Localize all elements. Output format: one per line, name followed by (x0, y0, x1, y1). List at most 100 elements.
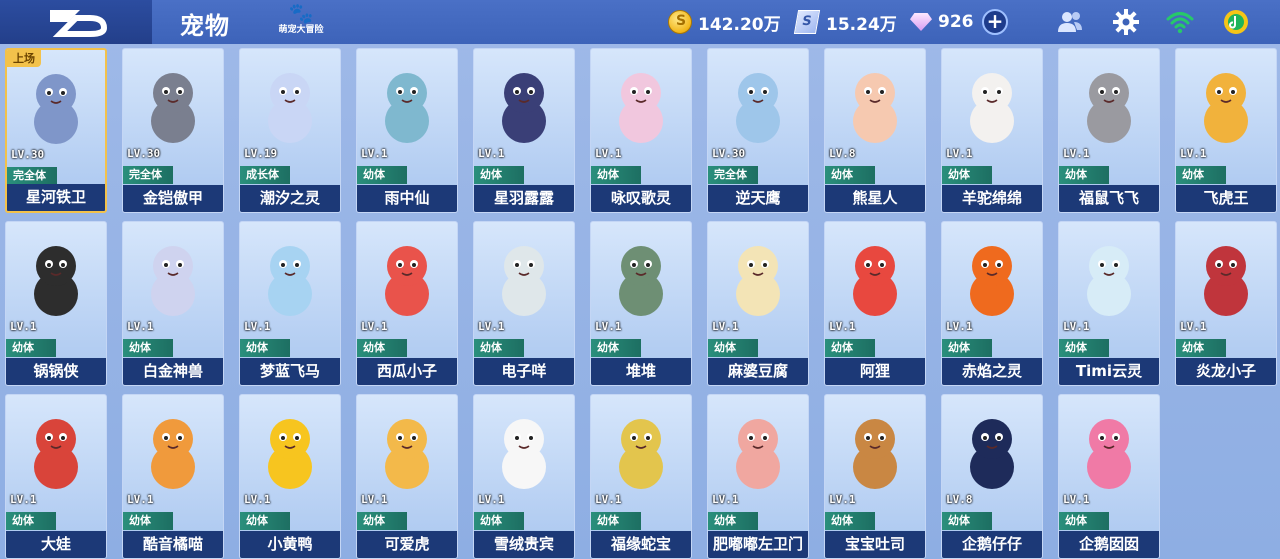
pet-figure-icon (1087, 419, 1131, 489)
pet-growth-stage: 幼体 (1059, 512, 1109, 530)
pet-level: LV.1 (1063, 147, 1090, 160)
wifi-icon (1166, 12, 1194, 34)
pet-level: LV.1 (1063, 320, 1090, 333)
gem-amount: 926 (938, 12, 974, 32)
friends-icon[interactable] (1056, 8, 1084, 36)
pet-card[interactable]: LV.1 幼体 白金神兽 (122, 221, 224, 386)
pet-figure-icon (385, 73, 429, 143)
pet-card[interactable]: LV.1 幼体 星羽露露 (473, 48, 575, 213)
pet-level: LV.8 (946, 493, 973, 506)
pet-card[interactable]: LV.1 幼体 赤焰之灵 (941, 221, 1043, 386)
pet-figure-icon (619, 246, 663, 316)
pet-name: 白金神兽 (123, 358, 223, 385)
pet-level: LV.30 (127, 147, 161, 160)
pet-growth-stage: 幼体 (708, 339, 758, 357)
pet-card[interactable]: LV.8 幼体 熊星人 (824, 48, 926, 213)
qq-music-icon[interactable] (1222, 8, 1250, 36)
pet-card[interactable]: LV.1 幼体 肥嘟嘟左卫门 (707, 394, 809, 559)
pet-card[interactable]: LV.1 幼体 Timi云灵 (1058, 221, 1160, 386)
pet-card[interactable]: LV.1 幼体 咏叹歌灵 (590, 48, 692, 213)
pet-name: 雪绒贵宾 (474, 531, 574, 558)
pet-figure-icon (502, 246, 546, 316)
pet-card[interactable]: LV.1 幼体 福缘蛇宝 (590, 394, 692, 559)
badge-subtitle: 萌宠大冒险 (278, 25, 324, 35)
pet-name: 飞虎王 (1176, 185, 1276, 212)
pet-name: 逆天鹰 (708, 185, 808, 212)
pet-level: LV.1 (361, 147, 388, 160)
pet-card[interactable]: LV.1 幼体 羊驼绵绵 (941, 48, 1043, 213)
pet-growth-stage: 幼体 (942, 166, 992, 184)
pet-card[interactable]: LV.1 幼体 小黄鸭 (239, 394, 341, 559)
pet-figure-icon (1204, 73, 1248, 143)
pet-card[interactable]: LV.1 幼体 福鼠飞飞 (1058, 48, 1160, 213)
pet-figure-icon (151, 246, 195, 316)
pet-figure-icon (502, 73, 546, 143)
pet-card[interactable]: LV.1 幼体 电子咩 (473, 221, 575, 386)
pet-figure-icon (619, 419, 663, 489)
pet-name: 羊驼绵绵 (942, 185, 1042, 212)
pet-name: 阿狸 (825, 358, 925, 385)
pet-name: 麻婆豆腐 (708, 358, 808, 385)
pet-card[interactable]: LV.1 幼体 雪绒贵宾 (473, 394, 575, 559)
pet-card[interactable]: LV.1 幼体 可爱虎 (356, 394, 458, 559)
pet-level: LV.1 (1180, 147, 1207, 160)
pet-card[interactable]: LV.1 幼体 阿狸 (824, 221, 926, 386)
recharge-plus-button[interactable]: + (982, 9, 1008, 35)
pet-level: LV.1 (829, 493, 856, 506)
pet-level: LV.1 (244, 320, 271, 333)
pet-card[interactable]: LV.1 幼体 堆堆 (590, 221, 692, 386)
pet-level: LV.1 (946, 147, 973, 160)
pet-card[interactable]: LV.1 幼体 企鹅囡囡 (1058, 394, 1160, 559)
pet-level: LV.1 (244, 493, 271, 506)
pet-figure-icon (34, 74, 78, 144)
pet-name: 福缘蛇宝 (591, 531, 691, 558)
pet-card[interactable]: LV.1 幼体 大娃 (5, 394, 107, 559)
pet-card[interactable]: 上场 LV.30 完全体 星河铁卫 (5, 48, 107, 213)
pet-card[interactable]: LV.1 幼体 锅锅侠 (5, 221, 107, 386)
pet-card[interactable]: LV.1 幼体 梦蓝飞马 (239, 221, 341, 386)
pet-card[interactable]: LV.1 幼体 西瓜小子 (356, 221, 458, 386)
pet-growth-stage: 完全体 (123, 166, 173, 184)
pet-name: 炎龙小子 (1176, 358, 1276, 385)
pet-level: LV.1 (712, 320, 739, 333)
pet-growth-stage: 幼体 (240, 339, 290, 357)
pet-level: LV.1 (127, 493, 154, 506)
gear-icon[interactable] (1112, 8, 1140, 36)
pet-name: 宝宝吐司 (825, 531, 925, 558)
pet-name: 星羽露露 (474, 185, 574, 212)
pet-card[interactable]: LV.1 幼体 麻婆豆腐 (707, 221, 809, 386)
pet-figure-icon (385, 246, 429, 316)
pet-card[interactable]: LV.1 幼体 炎龙小子 (1175, 221, 1277, 386)
pet-level: LV.1 (1180, 320, 1207, 333)
pet-name: 咏叹歌灵 (591, 185, 691, 212)
pet-level: LV.1 (478, 147, 505, 160)
pet-growth-stage: 幼体 (825, 512, 875, 530)
diamond-icon (910, 13, 932, 31)
pet-card[interactable]: LV.1 幼体 宝宝吐司 (824, 394, 926, 559)
pet-level: LV.1 (10, 320, 37, 333)
pet-adventure-badge[interactable]: 🐾 萌宠大冒险 (266, 2, 336, 42)
pet-card[interactable]: LV.30 完全体 金铠傲甲 (122, 48, 224, 213)
pet-figure-icon (970, 246, 1014, 316)
pet-card[interactable]: LV.1 幼体 雨中仙 (356, 48, 458, 213)
pet-level: LV.30 (11, 148, 45, 161)
pet-card[interactable]: LV.1 幼体 酷音橘喵 (122, 394, 224, 559)
pet-card[interactable]: LV.30 完全体 逆天鹰 (707, 48, 809, 213)
pet-growth-stage: 幼体 (1059, 166, 1109, 184)
pet-growth-stage: 幼体 (1059, 339, 1109, 357)
pet-level: LV.1 (595, 147, 622, 160)
pet-figure-icon (151, 419, 195, 489)
pet-level: LV.1 (10, 493, 37, 506)
back-button[interactable] (0, 0, 152, 44)
pet-card[interactable]: LV.19 成长体 潮汐之灵 (239, 48, 341, 213)
pet-level: LV.1 (595, 493, 622, 506)
pet-growth-stage: 幼体 (357, 166, 407, 184)
page-title: 宠物 (180, 12, 230, 40)
pet-growth-stage: 幼体 (825, 339, 875, 357)
pet-card[interactable]: LV.8 幼体 企鹅仔仔 (941, 394, 1043, 559)
pet-name: 福鼠飞飞 (1059, 185, 1159, 212)
pet-level: LV.1 (712, 493, 739, 506)
pet-card[interactable]: LV.1 幼体 飞虎王 (1175, 48, 1277, 213)
pet-growth-stage: 成长体 (240, 166, 290, 184)
pet-growth-stage: 完全体 (7, 167, 57, 185)
